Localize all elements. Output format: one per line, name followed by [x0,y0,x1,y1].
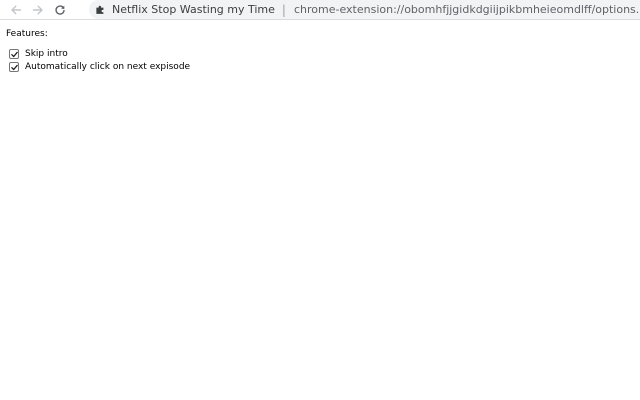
arrow-right-icon [32,4,44,16]
url-separator: | [281,2,286,17]
reload-icon [54,4,66,16]
option-skip-intro[interactable]: Skip intro [6,48,190,60]
forward-button[interactable] [27,0,49,19]
options-page: Features: Skip intro Automatically click… [6,29,190,73]
site-name: Netflix Stop Wasting my Time [112,3,275,16]
puzzle-piece-icon [95,4,106,16]
features-heading: Features: [6,29,48,39]
browser-toolbar: Netflix Stop Wasting my Time | chrome-ex… [0,0,640,20]
option-auto-next-episode[interactable]: Automatically click on next expisode [6,61,190,73]
url-text[interactable]: chrome-extension://obomhfjjgidkdgiijpikb… [294,3,640,16]
skip-intro-checkbox[interactable] [9,49,19,59]
arrow-left-icon [10,4,22,16]
checkmark-icon [10,64,18,71]
reload-button[interactable] [49,0,71,19]
auto-next-episode-checkbox[interactable] [9,62,19,72]
auto-next-episode-label[interactable]: Automatically click on next expisode [25,61,190,73]
checkmark-icon [10,51,18,58]
address-bar[interactable]: Netflix Stop Wasting my Time | chrome-ex… [89,0,640,19]
skip-intro-label[interactable]: Skip intro [25,48,68,60]
back-button[interactable] [5,0,27,19]
